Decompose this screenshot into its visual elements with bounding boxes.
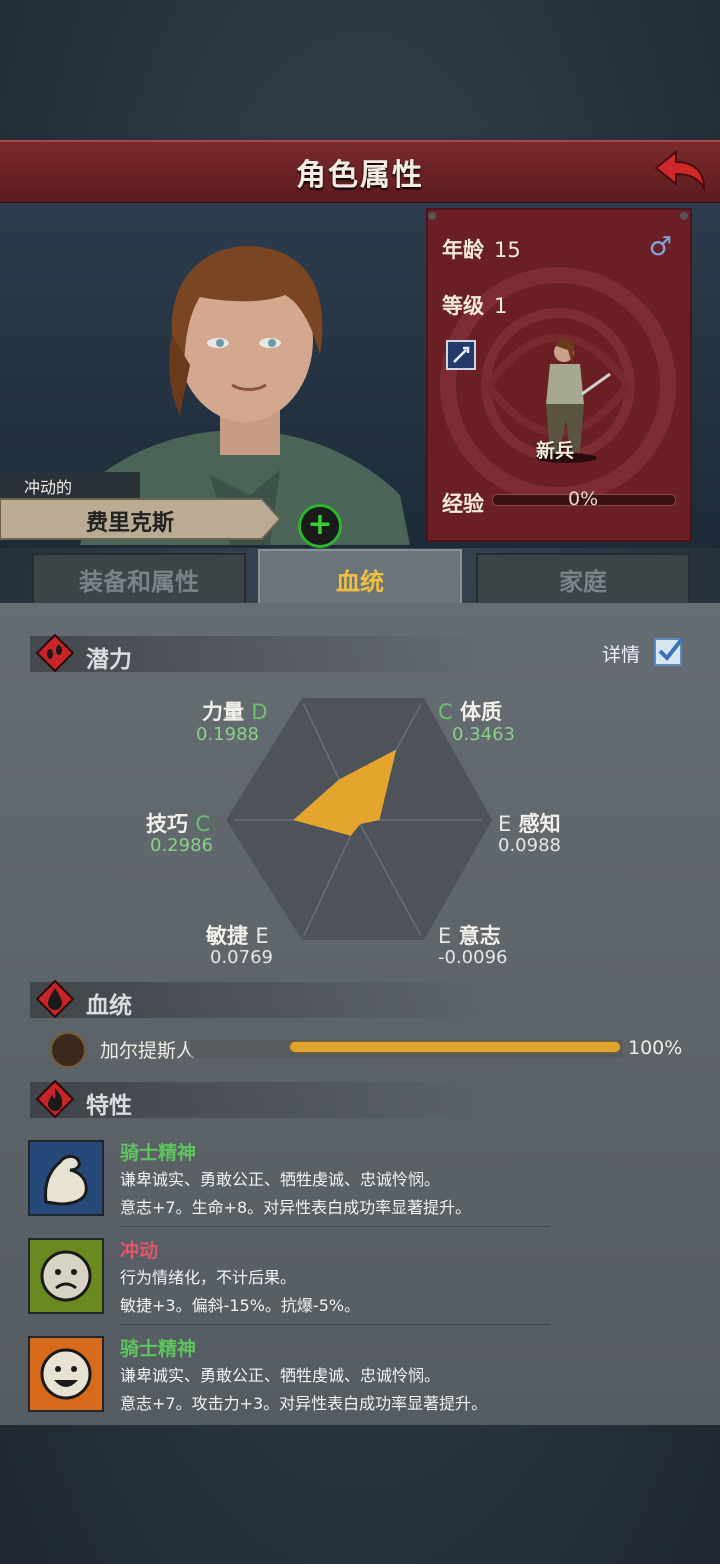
stat-willpower: E 意志: [438, 924, 501, 948]
tab-bloodline[interactable]: 血统: [258, 549, 462, 609]
trait-tag: 冲动的: [0, 472, 140, 498]
divider: [120, 1324, 550, 1325]
sad-face-icon: [28, 1238, 104, 1314]
bloodline-percent: 100%: [628, 1037, 683, 1059]
stat-strength: 力量 D: [202, 700, 268, 724]
back-arrow-icon[interactable]: [652, 148, 708, 194]
stat-willpower-value: -0.0096: [438, 947, 508, 968]
tab-equipment-attributes[interactable]: 装备和属性: [32, 553, 246, 605]
tab-bar: 装备和属性 血统 家庭: [0, 545, 720, 609]
add-button[interactable]: +: [298, 504, 342, 548]
title-bar: 角色属性: [0, 140, 720, 205]
page-title: 角色属性: [296, 158, 424, 193]
bull-emblem-icon: [50, 1032, 86, 1068]
bloodline-label: 血统: [86, 993, 132, 1019]
stat-constitution-value: 0.3463: [452, 724, 515, 745]
character-name: 费里克斯: [85, 511, 174, 536]
footprints-icon: [36, 634, 74, 672]
stat-agility-value: 0.0769: [210, 947, 273, 968]
bloodline-section-header: 血统: [30, 980, 490, 1019]
sword-skill-icon[interactable]: [446, 340, 476, 370]
trait-item[interactable]: 骑士精神 谦卑诚实、勇敢公正、牺牲虔诚、忠诚怜悯。 意志+7。攻击力+3。对异性…: [28, 1336, 548, 1413]
divider: [120, 1226, 550, 1227]
level-value: 1: [494, 294, 508, 318]
details-label: 详情: [602, 644, 641, 666]
age-value: 15: [494, 238, 521, 262]
stat-constitution: C 体质: [438, 700, 502, 724]
age-row: 年龄 15: [442, 238, 521, 262]
traits-section-header: 特性: [30, 1080, 490, 1119]
trait-item[interactable]: 骑士精神 谦卑诚实、勇敢公正、牺牲虔诚、忠诚怜悯。 意志+7。生命+8。对异性表…: [28, 1140, 548, 1217]
character-info-card: 年龄 15 ♂ 等级 1 新兵 经验 0%: [426, 208, 692, 542]
male-gender-icon: ♂: [648, 232, 672, 262]
stat-skill: 技巧 C: [146, 812, 210, 836]
blood-drop-icon: [36, 980, 74, 1018]
plus-icon: +: [307, 507, 333, 542]
unit-class-label: 新兵: [536, 440, 575, 462]
stat-perception-value: 0.0988: [498, 835, 561, 856]
stat-skill-value: 0.2986: [150, 835, 213, 856]
happy-face-icon: [28, 1336, 104, 1412]
exp-percent: 0%: [568, 488, 599, 510]
potential-label: 潜力: [86, 647, 132, 673]
stat-strength-value: 0.1988: [196, 724, 259, 745]
stat-perception: E 感知: [498, 812, 561, 836]
tab-family[interactable]: 家庭: [476, 553, 690, 605]
bloodline-progress-bar: [290, 1042, 620, 1052]
flame-icon: [36, 1080, 74, 1118]
name-plate[interactable]: 费里克斯: [0, 497, 280, 541]
potential-section-header: 潜力: [30, 634, 490, 673]
stat-agility: 敏捷 E: [206, 924, 269, 948]
traits-label: 特性: [86, 1093, 132, 1119]
bloodline-name: 加尔提斯人: [100, 1040, 196, 1062]
exp-label: 经验: [442, 492, 484, 516]
flexed-arm-icon: [28, 1140, 104, 1216]
details-checkbox[interactable]: [654, 636, 684, 666]
trait-item[interactable]: 冲动 行为情绪化，不计后果。 敏捷+3。偏斜-15%。抗爆-5%。: [28, 1238, 548, 1315]
bloodline-row: 加尔提斯人 100%: [50, 1032, 700, 1068]
level-row: 等级 1: [442, 294, 508, 318]
